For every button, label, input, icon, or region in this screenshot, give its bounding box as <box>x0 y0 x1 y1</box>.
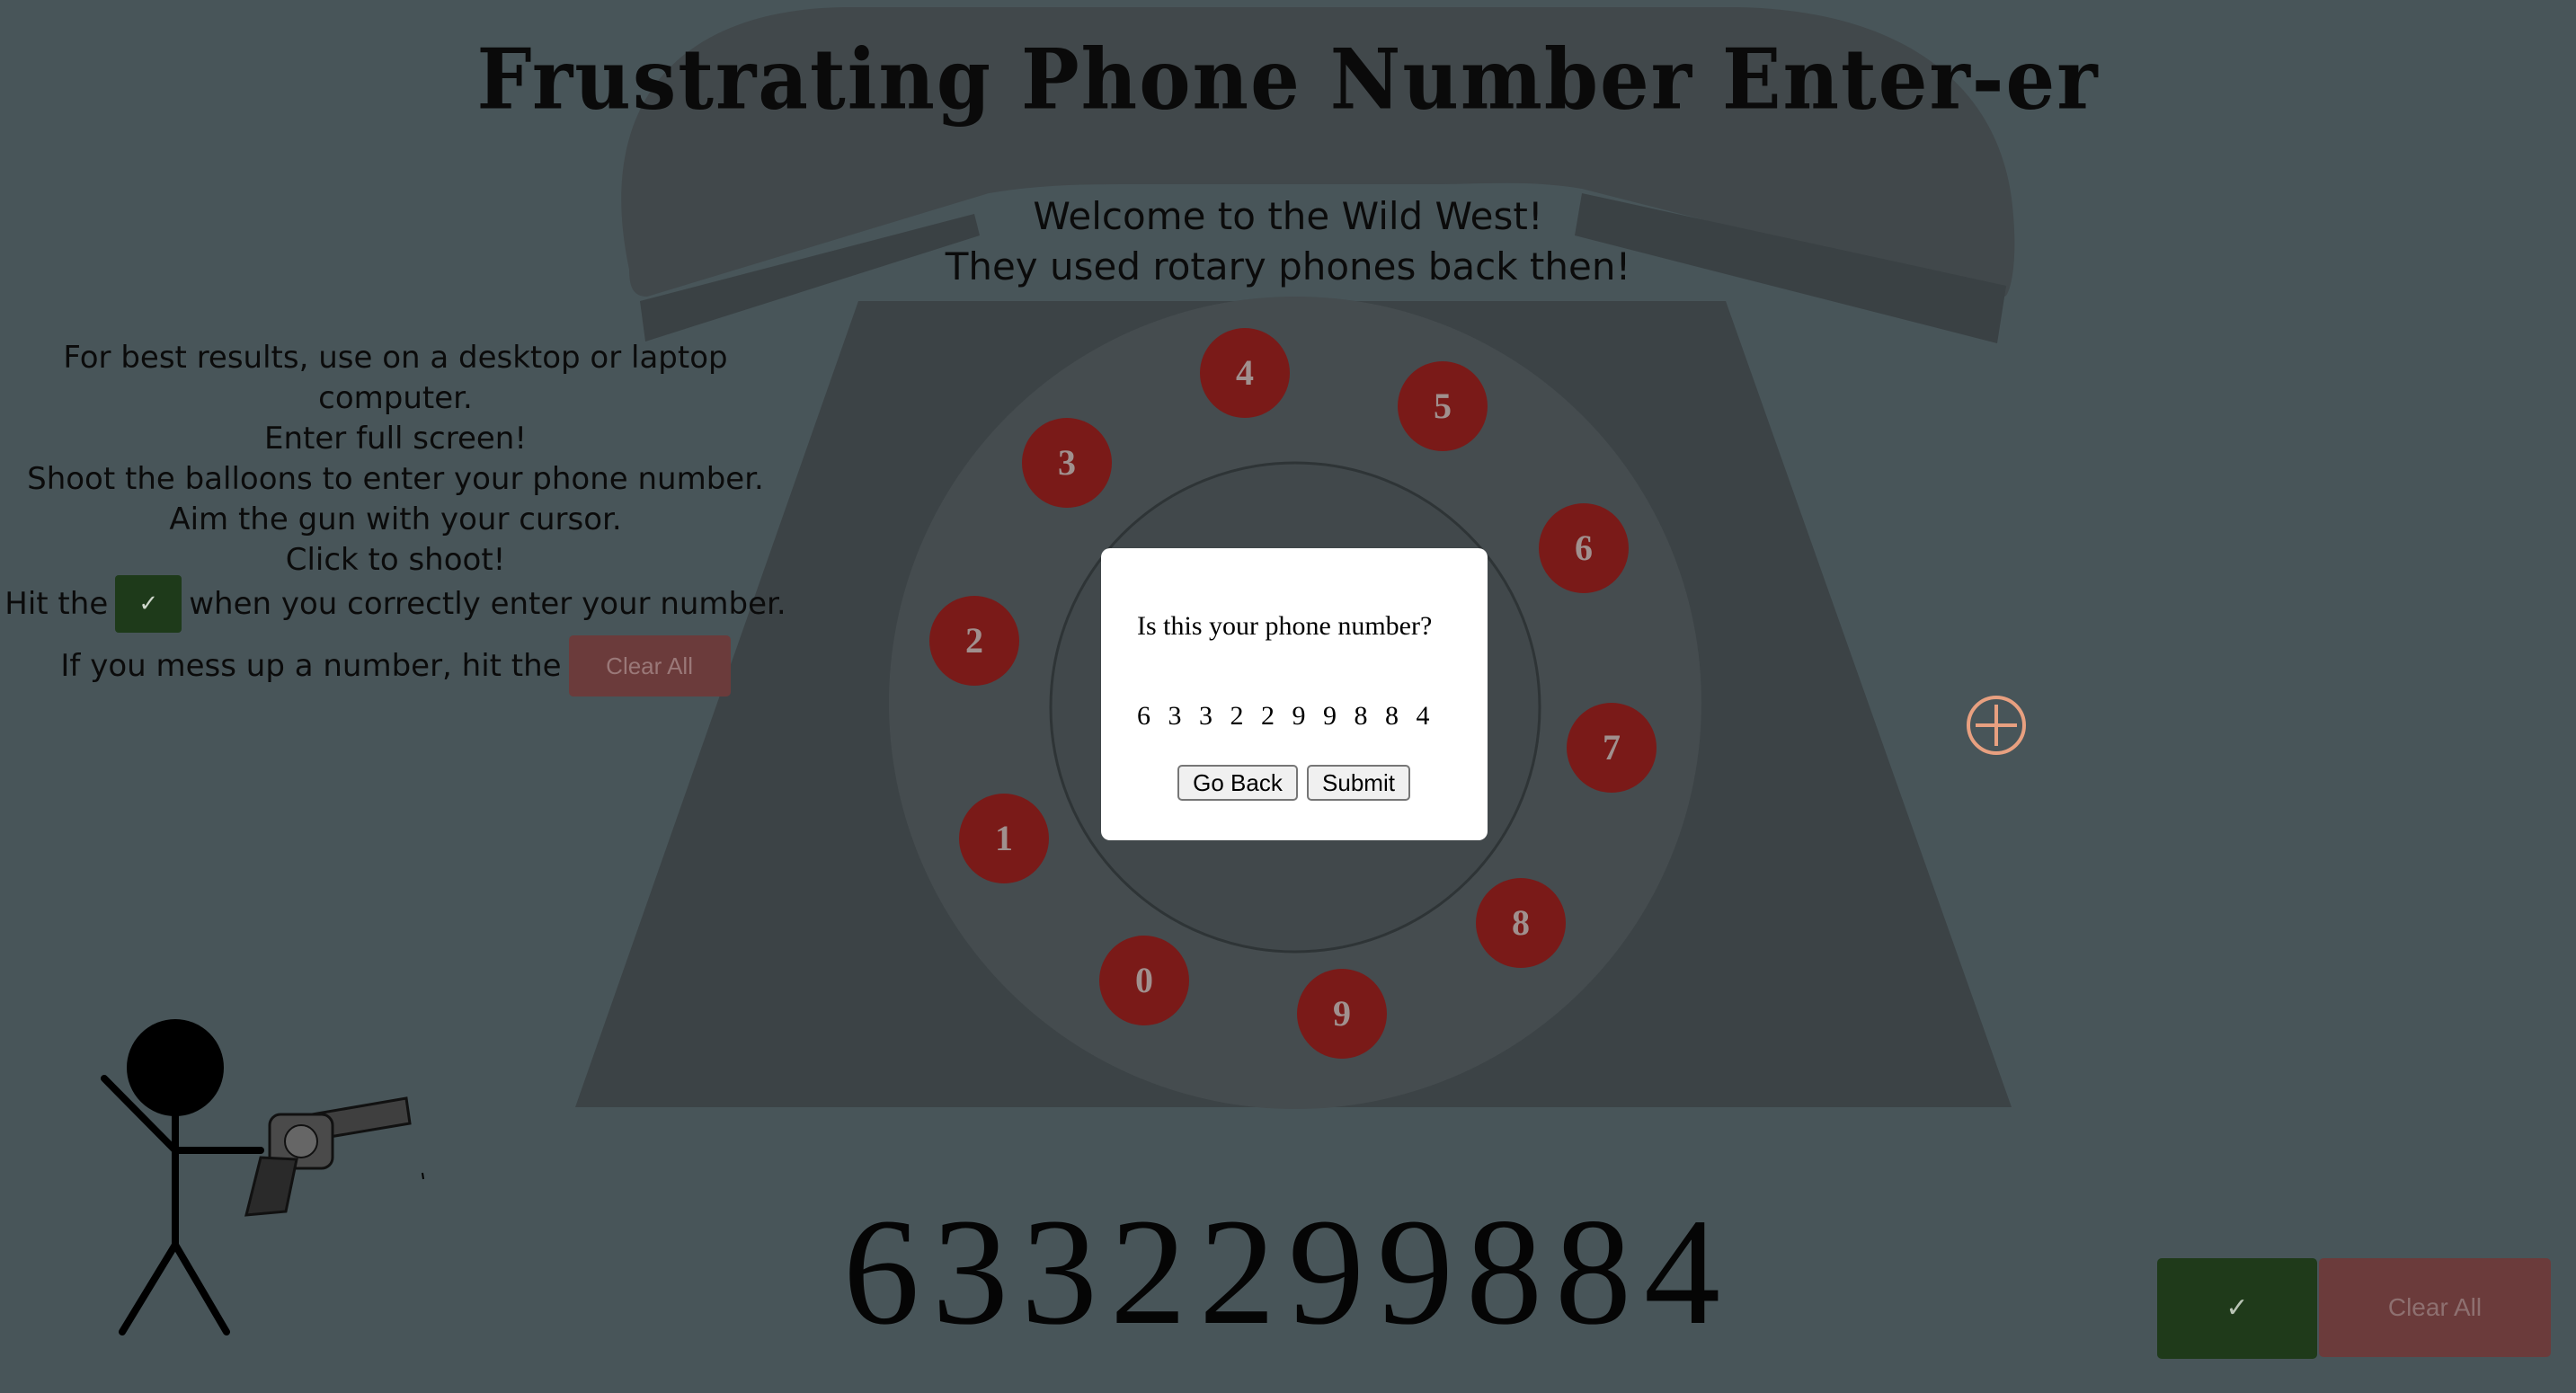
mess-prefix: If you mess up a number, hit the <box>60 648 562 684</box>
submit-button[interactable]: Submit <box>1307 765 1410 801</box>
instruction-line-1: For best results, use on a desktop or la… <box>63 340 728 416</box>
inline-check-example: ✓ <box>115 575 182 633</box>
hit-prefix: Hit the <box>4 586 109 622</box>
instructions: For best results, use on a desktop or la… <box>0 338 791 581</box>
balloon-label-6: 6 <box>1575 528 1593 568</box>
hit-suffix: when you correctly enter your number. <box>189 586 786 622</box>
balloon-label-3: 3 <box>1058 442 1076 483</box>
balloon-label-0: 0 <box>1135 960 1153 1000</box>
balloon-label-1: 1 <box>995 818 1013 858</box>
dialog-phone-number: 6 3 3 2 2 9 9 8 8 4 <box>1137 701 1435 731</box>
welcome-line-2: They used rotary phones back then! <box>945 244 1631 288</box>
inline-clear-example: Clear All <box>568 635 731 696</box>
page-title: Frustrating Phone Number Enter-er <box>476 30 2100 129</box>
clear-all-button[interactable]: Clear All <box>2319 1258 2551 1357</box>
confirm-dialog: Is this your phone number? 6 3 3 2 2 9 9… <box>1101 548 1488 840</box>
dialog-question: Is this your phone number? <box>1137 611 1433 641</box>
balloon-label-5: 5 <box>1434 386 1452 426</box>
welcome-text: Welcome to the Wild West! They used rota… <box>0 191 2576 292</box>
go-back-button[interactable]: Go Back <box>1177 765 1298 801</box>
balloon-label-2: 2 <box>965 620 983 661</box>
balloon-label-4: 4 <box>1236 352 1254 393</box>
instruction-line-4: Aim the gun with your cursor. <box>169 501 622 537</box>
confirm-check-button[interactable]: ✓ <box>2157 1258 2317 1359</box>
instruction-line-2: Enter full screen! <box>264 421 527 457</box>
balloon-label-7: 7 <box>1603 727 1621 767</box>
instruction-line-3: Shoot the balloons to enter your phone n… <box>27 461 764 497</box>
instruction-mess-row: If you mess up a number, hit the Clear A… <box>0 635 791 696</box>
crosshair-icon <box>1967 696 2026 755</box>
balloon-label-8: 8 <box>1512 902 1530 943</box>
instruction-hit-row: Hit the ✓ when you correctly enter your … <box>0 575 791 633</box>
welcome-line-1: Welcome to the Wild West! <box>1033 194 1543 238</box>
balloon-label-9: 9 <box>1333 993 1351 1034</box>
